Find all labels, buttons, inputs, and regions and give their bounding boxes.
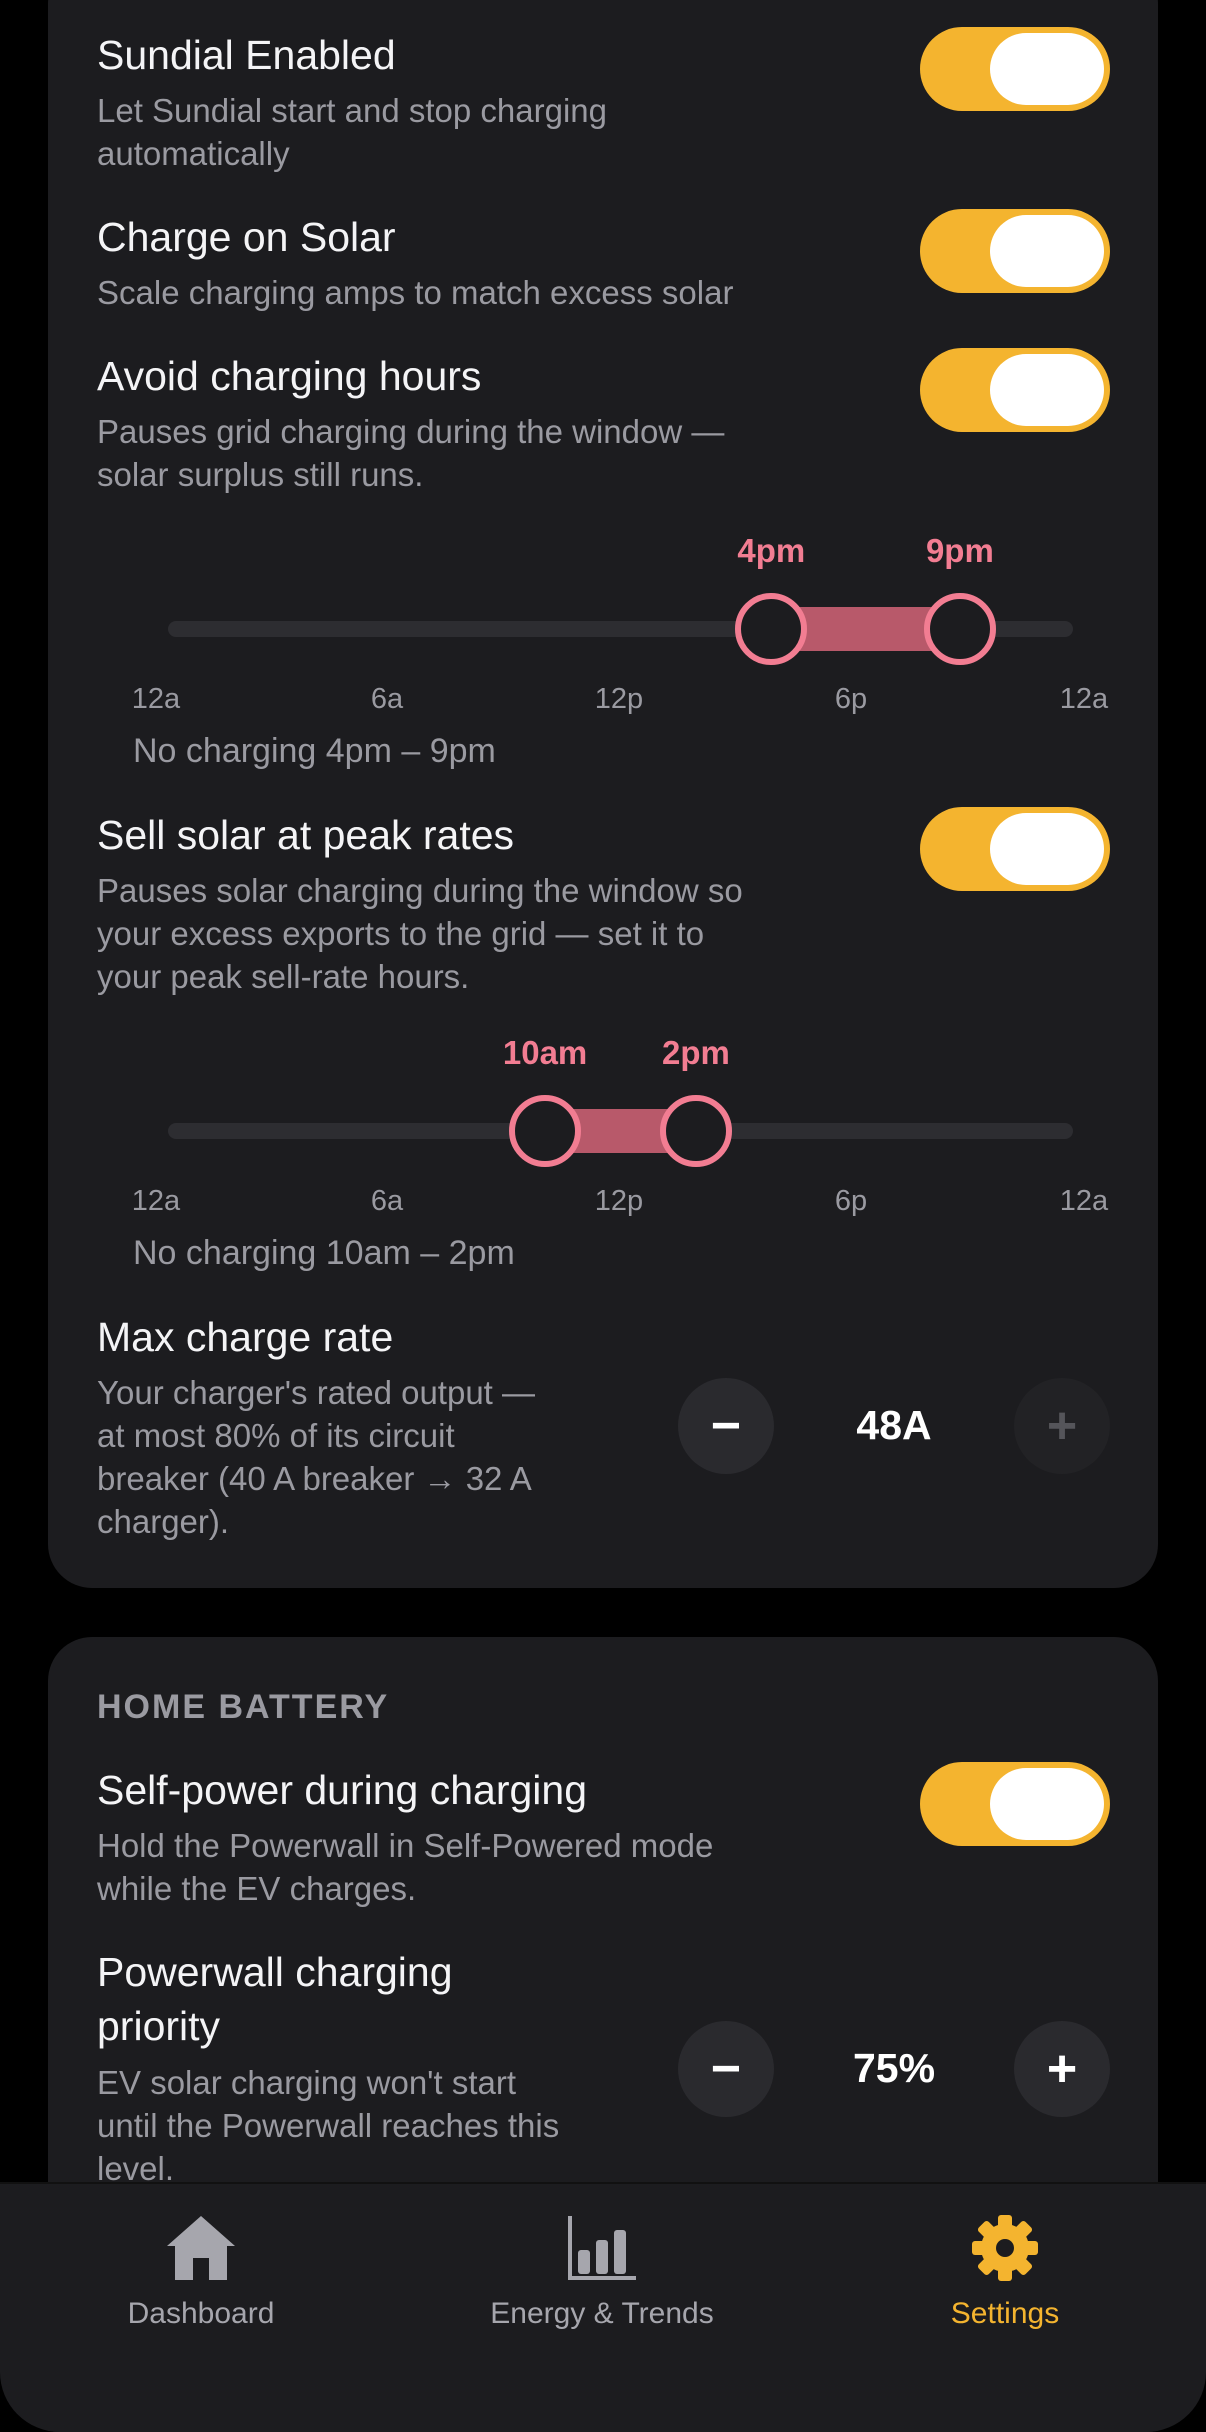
range-end-handle[interactable] xyxy=(659,1095,732,1167)
house-icon xyxy=(167,2216,235,2280)
bottom-tab-bar: Dashboard Energy & Trends Settings xyxy=(0,2182,1206,2432)
self-power-title: Self-power during charging xyxy=(97,1767,587,1813)
sell-solar-caption: No charging 10am – 2pm xyxy=(133,1234,515,1272)
self-power-desc-2: while the EV charges. xyxy=(97,1870,417,1907)
tick-label: 12a xyxy=(1059,683,1109,715)
range-start-time-label: 10am xyxy=(502,1034,588,1071)
tick-label: 12a xyxy=(131,1185,181,1217)
plus-icon: + xyxy=(1046,1397,1078,1455)
powerwall-priority-decrement-button[interactable]: − xyxy=(678,2021,774,2117)
tick-label: 12p xyxy=(594,683,644,715)
sell-solar-peak-toggle[interactable] xyxy=(920,807,1110,891)
tab-settings[interactable]: Settings xyxy=(855,2212,1155,2331)
avoid-charging-hours-title: Avoid charging hours xyxy=(97,353,482,399)
tick-label: 12a xyxy=(1059,1185,1109,1217)
toggle-knob xyxy=(990,33,1104,105)
powerwall-priority-title-2: priority xyxy=(97,2003,221,2049)
range-start-handle[interactable] xyxy=(509,1095,582,1167)
range-end-handle[interactable] xyxy=(923,593,996,665)
tick-label: 12a xyxy=(131,683,181,715)
max-charge-rate-value: 48A xyxy=(856,1402,932,1448)
tab-dashboard[interactable]: Dashboard xyxy=(51,2212,351,2331)
range-end-time-label: 2pm xyxy=(661,1034,730,1071)
plus-icon: + xyxy=(1046,2040,1078,2098)
toggle-knob xyxy=(990,813,1104,885)
range-start-handle[interactable] xyxy=(735,593,808,665)
tab-label: Dashboard xyxy=(127,2297,275,2330)
gear-icon xyxy=(972,2215,1038,2281)
powerwall-priority-desc-1: EV solar charging won't start xyxy=(97,2064,516,2101)
charge-on-solar-toggle[interactable] xyxy=(920,209,1110,293)
sundial-enabled-title: Sundial Enabled xyxy=(97,32,396,78)
max-charge-rate-desc-1: Your charger's rated output — xyxy=(97,1374,536,1411)
sundial-enabled-toggle[interactable] xyxy=(920,27,1110,111)
charge-on-solar-desc: Scale charging amps to match excess sola… xyxy=(97,274,734,311)
avoid-charging-hours-desc-2: solar surplus still runs. xyxy=(97,456,424,493)
max-charge-rate-desc-2: at most 80% of its circuit xyxy=(97,1417,455,1454)
tab-energy-trends[interactable]: Energy & Trends xyxy=(452,2212,752,2331)
sell-solar-peak-desc-3: your peak sell-rate hours. xyxy=(97,958,470,995)
toggle-knob xyxy=(990,1768,1104,1840)
max-charge-rate-desc-4: charger). xyxy=(97,1503,230,1540)
range-end-time-label: 9pm xyxy=(925,532,994,569)
sundial-enabled-desc-1: Let Sundial start and stop charging xyxy=(97,92,608,129)
powerwall-priority-value: 75% xyxy=(852,2045,936,2091)
sundial-enabled-desc-2: automatically xyxy=(97,135,290,172)
avoid-charging-hours-toggle[interactable] xyxy=(920,348,1110,432)
avoid-charging-hours-desc-1: Pauses grid charging during the window — xyxy=(97,413,725,450)
powerwall-priority-title-1: Powerwall charging xyxy=(97,1949,453,1995)
tick-label: 6p xyxy=(834,683,868,715)
tick-label: 6a xyxy=(370,683,404,715)
sell-solar-peak-desc-2: your excess exports to the grid — set it… xyxy=(97,915,705,952)
max-charge-rate-desc-3: breaker (40 A breaker → 32 A xyxy=(97,1460,532,1497)
tick-label: 6p xyxy=(834,1185,868,1217)
max-charge-rate-increment-button[interactable]: + xyxy=(1014,1378,1110,1474)
sell-solar-peak-desc-1: Pauses solar charging during the window … xyxy=(97,872,743,909)
minus-icon: − xyxy=(710,1397,742,1455)
max-charge-rate-decrement-button[interactable]: − xyxy=(678,1378,774,1474)
range-start-time-label: 4pm xyxy=(737,532,806,569)
charge-on-solar-title: Charge on Solar xyxy=(97,214,396,260)
tick-label: 12p xyxy=(594,1185,644,1217)
bar-chart-icon xyxy=(568,2216,636,2280)
minus-icon: − xyxy=(710,2040,742,2098)
powerwall-priority-desc-2: until the Powerwall reaches this xyxy=(97,2107,560,2144)
toggle-knob xyxy=(990,215,1104,287)
tick-label: 6a xyxy=(370,1185,404,1217)
powerwall-priority-increment-button[interactable]: + xyxy=(1014,2021,1110,2117)
max-charge-rate-title: Max charge rate xyxy=(97,1314,394,1360)
home-battery-section-header: HOME BATTERY xyxy=(97,1688,390,1726)
tab-label: Energy & Trends xyxy=(490,2297,714,2330)
settings-screen: Sundial Enabled Let Sundial start and st… xyxy=(0,0,1206,2432)
toggle-knob xyxy=(990,354,1104,426)
self-power-desc-1: Hold the Powerwall in Self-Powered mode xyxy=(97,1827,714,1864)
self-power-toggle[interactable] xyxy=(920,1762,1110,1846)
sell-solar-peak-title: Sell solar at peak rates xyxy=(97,812,515,858)
avoid-charging-caption: No charging 4pm – 9pm xyxy=(133,732,496,770)
tab-label: Settings xyxy=(950,2297,1060,2330)
